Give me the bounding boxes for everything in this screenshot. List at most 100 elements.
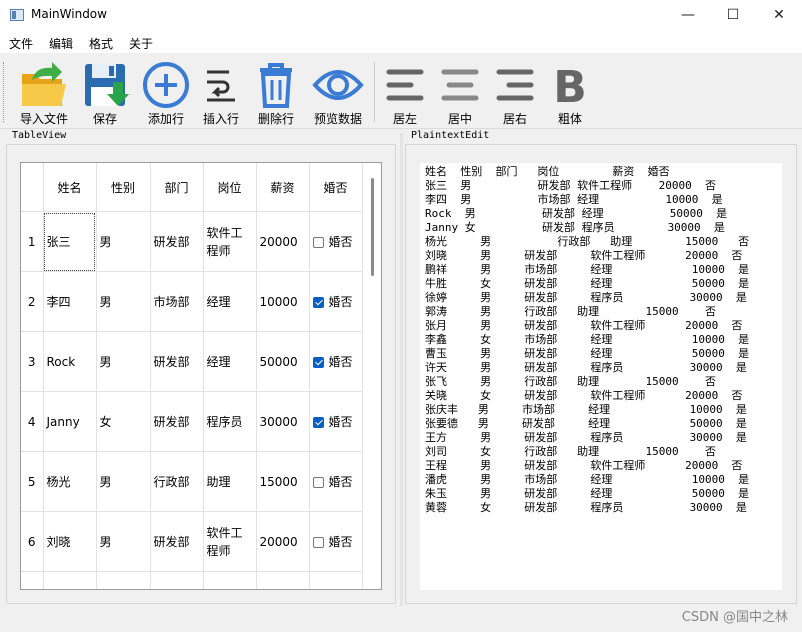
cell-dept[interactable]: 行政部: [150, 451, 204, 512]
align-right-button[interactable]: 居右: [486, 56, 544, 126]
column-header[interactable]: 薪资: [256, 163, 310, 212]
cell-name[interactable]: Janny: [43, 391, 97, 452]
married-label: 婚否: [328, 294, 353, 309]
cell-gender[interactable]: 男: [96, 451, 151, 512]
cell-salary[interactable]: 20000: [256, 211, 310, 272]
cell-post[interactable]: 软件工程师: [203, 211, 257, 272]
cell-married[interactable]: 婚否: [309, 451, 363, 512]
column-header[interactable]: 姓名: [43, 163, 97, 212]
insert-row-label: 插入行: [202, 112, 239, 126]
cell-gender[interactable]: 男: [96, 511, 151, 572]
table-view[interactable]: 姓名 性别 部门 岗位 薪资 婚否 1 张三 男 研发部 软件工程师 20000…: [20, 162, 382, 590]
cell-post[interactable]: 经理: [203, 271, 257, 332]
menu-format[interactable]: 格式: [89, 35, 113, 52]
row-header[interactable]: 4: [21, 391, 44, 452]
married-checkbox[interactable]: [312, 416, 324, 428]
minimize-button[interactable]: —: [665, 0, 711, 31]
add-row-button[interactable]: 添加行: [137, 56, 195, 126]
toolbar: 导入文件 保存 添加行 插入行 删除行 预览数据 居左 居中 居右 B 粗体: [0, 54, 802, 129]
eye-icon: [312, 70, 364, 100]
row-header[interactable]: 2: [21, 271, 44, 332]
cell-salary[interactable]: 50000: [256, 331, 310, 392]
cell-dept[interactable]: 研发部: [150, 211, 204, 272]
text-line: 牛胜 女 研发部 经理 50000 是: [425, 277, 750, 290]
insert-row-button[interactable]: 插入行: [192, 56, 250, 126]
cell-married[interactable]: 婚否: [309, 331, 363, 392]
cell-married[interactable]: 婚否: [309, 391, 363, 452]
text-line: 王程 男 研发部 软件工程师 20000 否: [425, 459, 743, 472]
delete-row-label: 删除行: [257, 112, 294, 126]
cell-salary[interactable]: 20000: [256, 511, 310, 572]
cell-post[interactable]: 程序员: [203, 391, 257, 452]
cell-dept[interactable]: [150, 571, 204, 589]
married-checkbox[interactable]: [312, 356, 324, 368]
column-header[interactable]: 婚否: [309, 163, 363, 212]
row-header[interactable]: 6: [21, 511, 44, 572]
cell-dept[interactable]: 市场部: [150, 271, 204, 332]
menu-file[interactable]: 文件: [9, 35, 33, 52]
scrollbar-thumb[interactable]: [371, 178, 374, 276]
align-right-label: 居右: [502, 112, 527, 126]
row-header[interactable]: 1: [21, 211, 44, 272]
married-label: 婚否: [328, 234, 353, 249]
column-header[interactable]: 性别: [96, 163, 151, 212]
cell-name[interactable]: [43, 571, 97, 589]
align-left-button[interactable]: 居左: [376, 56, 434, 126]
table-vertical-scrollbar[interactable]: [369, 170, 377, 590]
text-line: 黄蓉 女 研发部 程序员 30000 是: [425, 501, 747, 514]
corner-cell[interactable]: [21, 163, 44, 212]
cell-salary[interactable]: 30000: [256, 391, 310, 452]
cell-name[interactable]: 刘晓: [43, 511, 97, 572]
toolbar-grip[interactable]: [3, 62, 7, 122]
married-checkbox[interactable]: [312, 536, 324, 548]
married-checkbox[interactable]: [312, 236, 324, 248]
plaintext-edit[interactable]: 姓名 性别 部门 岗位 薪资 婚否 张三 男 研发部 软件工程师 20000 否…: [420, 163, 782, 590]
close-button[interactable]: ✕: [756, 0, 802, 31]
column-header[interactable]: 岗位: [203, 163, 257, 212]
delete-row-button[interactable]: 删除行: [247, 56, 305, 126]
cell-name[interactable]: Rock: [43, 331, 97, 392]
row-header[interactable]: 5: [21, 451, 44, 512]
table-row: 2 李四 男 市场部 经理 10000 婚否: [21, 271, 363, 332]
cell-dept[interactable]: 研发部: [150, 331, 204, 392]
menu-edit[interactable]: 编辑: [49, 35, 73, 52]
text-line: 许天 男 研发部 程序员 30000 是: [425, 361, 747, 374]
cell-salary[interactable]: [256, 571, 310, 589]
cell-post[interactable]: 助理: [203, 451, 257, 512]
cell-gender[interactable]: 女: [96, 391, 151, 452]
cell-married[interactable]: 婚否: [309, 211, 363, 272]
column-header[interactable]: 部门: [150, 163, 204, 212]
import-file-button[interactable]: 导入文件: [15, 56, 73, 126]
cell-gender[interactable]: 男: [96, 211, 151, 272]
insert-row-icon: [207, 70, 235, 102]
row-header[interactable]: [21, 571, 44, 589]
cell-name[interactable]: 张三: [43, 211, 97, 272]
bold-button[interactable]: B 粗体: [541, 56, 599, 126]
preview-data-button[interactable]: 预览数据: [309, 56, 367, 126]
cell-gender[interactable]: 男: [96, 331, 151, 392]
menu-about[interactable]: 关于: [129, 35, 153, 52]
cell-dept[interactable]: 研发部: [150, 391, 204, 452]
maximize-button[interactable]: ☐: [710, 0, 756, 31]
cell-dept[interactable]: 研发部: [150, 511, 204, 572]
married-checkbox[interactable]: [312, 296, 324, 308]
cell-salary[interactable]: 10000: [256, 271, 310, 332]
save-button[interactable]: 保存: [76, 56, 134, 126]
married-checkbox[interactable]: [312, 476, 324, 488]
dock-splitter[interactable]: [400, 133, 403, 606]
text-line: 刘司 女 行政部 助理 15000 否: [425, 445, 717, 458]
cell-gender[interactable]: 男: [96, 271, 151, 332]
cell-married[interactable]: 婚否: [309, 271, 363, 332]
cell-name[interactable]: 李四: [43, 271, 97, 332]
cell-post[interactable]: [203, 571, 257, 589]
cell-post[interactable]: 软件工程师: [203, 511, 257, 572]
trash-icon: [260, 63, 292, 108]
align-center-button[interactable]: 居中: [431, 56, 489, 126]
cell-post[interactable]: 经理: [203, 331, 257, 392]
cell-salary[interactable]: 15000: [256, 451, 310, 512]
cell-married[interactable]: [309, 571, 363, 589]
cell-married[interactable]: 婚否: [309, 511, 363, 572]
row-header[interactable]: 3: [21, 331, 44, 392]
cell-name[interactable]: 杨光: [43, 451, 97, 512]
cell-gender[interactable]: [96, 571, 151, 589]
